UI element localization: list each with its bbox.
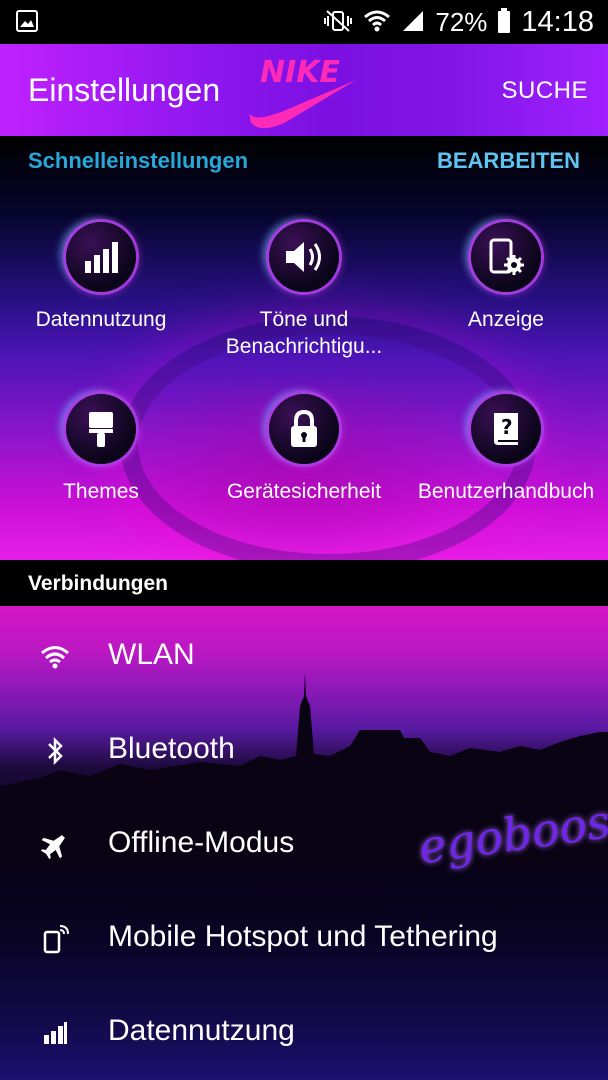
list-item-label: Offline-Modus bbox=[108, 826, 295, 859]
list-item-label: Mobile Hotspot und Tethering bbox=[108, 920, 498, 953]
tile-label: Gerätesicherheit bbox=[226, 480, 382, 503]
battery-icon bbox=[497, 7, 511, 38]
page-title: Einstellungen bbox=[28, 72, 221, 108]
nike-swoosh-logo: NIKE bbox=[246, 50, 366, 136]
tile-device-security[interactable]: Gerätesicherheit bbox=[204, 394, 404, 505]
battery-percent: 72% bbox=[435, 7, 488, 37]
svg-text:?: ? bbox=[501, 415, 513, 439]
tile-user-manual[interactable]: ? Benutzerhandbuch bbox=[406, 394, 606, 505]
image-icon bbox=[16, 10, 38, 36]
list-item-mobile-hotspot[interactable]: Mobile Hotspot und Tethering bbox=[0, 892, 608, 986]
wifi-icon bbox=[363, 9, 391, 37]
tile-data-usage[interactable]: Datennutzung bbox=[1, 222, 201, 333]
list-item-offline-mode[interactable]: Offline-Modus bbox=[0, 798, 608, 892]
display-settings-icon bbox=[471, 222, 541, 292]
signal-bars-icon bbox=[38, 1016, 72, 1050]
tile-label: Benutzerhandbuch bbox=[417, 480, 595, 503]
hotspot-icon bbox=[38, 922, 72, 956]
mute-vibrate-icon bbox=[323, 9, 353, 37]
status-bar: 72% 14:18 bbox=[0, 0, 608, 44]
list-item-label: Bluetooth bbox=[108, 732, 235, 765]
themes-brush-icon bbox=[66, 394, 136, 464]
wifi-icon bbox=[38, 640, 72, 674]
section-title-connections: Verbindungen bbox=[28, 572, 169, 595]
tile-themes[interactable]: Themes bbox=[1, 394, 201, 505]
tile-label: Töne und Benachrichtigu... bbox=[225, 308, 383, 358]
airplane-icon bbox=[38, 828, 72, 862]
tile-label: Anzeige bbox=[468, 308, 544, 331]
search-button[interactable]: SUCHE bbox=[501, 77, 588, 105]
bluetooth-icon bbox=[38, 734, 72, 768]
app-header: Einstellungen NIKE SUCHE bbox=[0, 44, 608, 136]
list-item-data-usage[interactable]: Datennutzung bbox=[0, 986, 608, 1080]
quick-settings-title: Schnelleinstellungen bbox=[28, 148, 249, 173]
section-header: Verbindungen bbox=[0, 560, 608, 606]
help-book-icon: ? bbox=[471, 394, 541, 464]
list-item-wlan[interactable]: WLAN bbox=[0, 610, 608, 704]
data-usage-icon bbox=[66, 222, 136, 292]
tile-sounds[interactable]: Töne und Benachrichtigu... bbox=[204, 222, 404, 360]
tile-label: Themes bbox=[63, 480, 139, 503]
signal-icon bbox=[401, 9, 425, 37]
tile-label: Datennutzung bbox=[35, 308, 167, 331]
tile-display[interactable]: Anzeige bbox=[406, 222, 606, 333]
edit-button[interactable]: BEARBEITEN bbox=[437, 148, 580, 174]
list-item-label: Datennutzung bbox=[108, 1014, 295, 1047]
lock-icon bbox=[269, 394, 339, 464]
quick-settings-panel: Schnelleinstellungen BEARBEITEN Datennut… bbox=[0, 136, 608, 560]
list-item-label: WLAN bbox=[108, 638, 195, 671]
sound-icon bbox=[269, 222, 339, 292]
clock: 14:18 bbox=[521, 6, 594, 38]
svg-text:NIKE: NIKE bbox=[260, 55, 341, 90]
list-item-bluetooth[interactable]: Bluetooth bbox=[0, 704, 608, 798]
connections-list: egoboost WLAN Bluetooth Offline-Modus Mo… bbox=[0, 606, 608, 1080]
